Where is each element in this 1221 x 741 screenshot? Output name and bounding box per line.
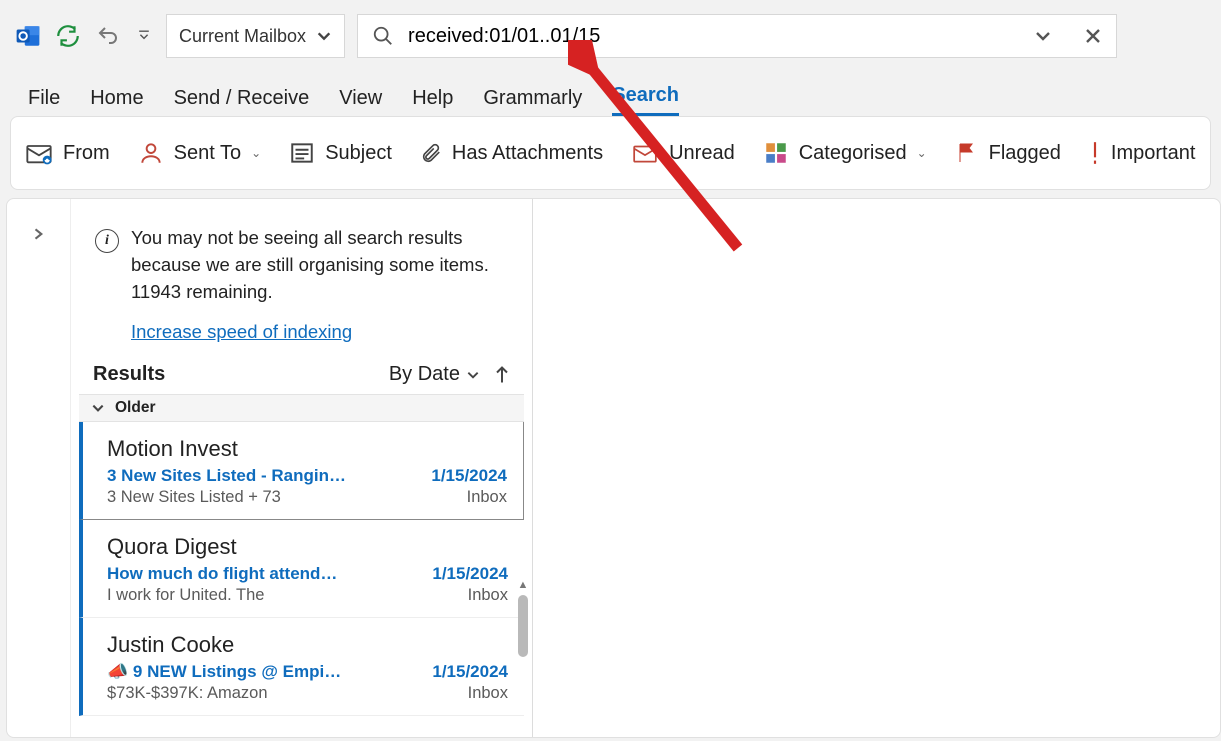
message-folder: Inbox [468, 586, 508, 605]
attachments-button[interactable]: Has Attachments [420, 140, 603, 166]
tab-send-receive[interactable]: Send / Receive [174, 87, 310, 116]
scrollbar[interactable]: ▲ [516, 579, 530, 738]
ribbon-tabs: File Home Send / Receive View Help Gramm… [0, 72, 1221, 116]
title-bar: Current Mailbox [0, 0, 1221, 72]
message-date: 1/15/2024 [432, 662, 508, 682]
indexing-info-banner: i You may not be seeing all search resul… [71, 199, 532, 315]
message-date: 1/15/2024 [432, 564, 508, 584]
unread-label: Unread [669, 142, 735, 165]
tab-help[interactable]: Help [412, 87, 453, 116]
sort-by-date[interactable]: By Date [389, 363, 480, 386]
tab-grammarly[interactable]: Grammarly [483, 87, 582, 116]
categorised-button[interactable]: Categorised ⌄ [763, 140, 927, 166]
message-subject: 3 New Sites Listed - Rangin… [107, 466, 346, 486]
from-button[interactable]: From [25, 139, 110, 167]
unread-button[interactable]: Unread [631, 140, 735, 166]
folder-pane-collapsed [7, 199, 71, 737]
chevron-down-icon: ⌄ [917, 146, 927, 160]
search-ribbon: From Sent To ⌄ Subject Has Attachments U… [10, 116, 1211, 190]
search-box[interactable] [357, 14, 1117, 58]
message-folder: Inbox [468, 684, 508, 703]
attachments-label: Has Attachments [452, 142, 603, 165]
message-items: Motion Invest 3 New Sites Listed - Rangi… [71, 422, 532, 716]
search-dropdown-icon[interactable] [1034, 27, 1052, 45]
message-folder: Inbox [467, 488, 507, 507]
search-scope-label: Current Mailbox [179, 26, 306, 47]
tab-file[interactable]: File [28, 87, 60, 116]
message-preview: I work for United. The [107, 586, 264, 605]
sent-to-button[interactable]: Sent To ⌄ [138, 140, 262, 166]
results-title: Results [93, 363, 165, 386]
sort-label: By Date [389, 363, 460, 386]
info-icon: i [95, 229, 119, 253]
categorised-label: Categorised [799, 142, 907, 165]
message-list-pane: i You may not be seeing all search resul… [71, 199, 533, 737]
scroll-thumb[interactable] [518, 595, 528, 657]
subject-button[interactable]: Subject [289, 140, 392, 166]
search-icon [372, 25, 394, 47]
message-item[interactable]: Motion Invest 3 New Sites Listed - Rangi… [79, 422, 524, 520]
indexing-info-text: You may not be seeing all search results… [131, 225, 508, 305]
message-from: Justin Cooke [107, 632, 508, 658]
content-area: i You may not be seeing all search resul… [6, 198, 1221, 738]
sent-to-label: Sent To [174, 142, 241, 165]
undo-icon[interactable] [94, 22, 122, 50]
results-header: Results By Date [71, 357, 532, 394]
message-preview: 3 New Sites Listed + 73 [107, 488, 281, 507]
increase-indexing-link[interactable]: Increase speed of indexing [71, 315, 532, 357]
chevron-down-icon: ⌄ [251, 146, 261, 160]
refresh-icon[interactable] [54, 22, 82, 50]
sort-direction-icon[interactable] [494, 365, 510, 385]
from-label: From [63, 142, 110, 165]
message-from: Quora Digest [107, 534, 508, 560]
search-input[interactable] [408, 25, 1020, 48]
group-label: Older [115, 399, 155, 417]
flagged-label: Flagged [989, 142, 1061, 165]
message-date: 1/15/2024 [431, 466, 507, 486]
outlook-logo-icon [14, 22, 42, 50]
message-item[interactable]: Justin Cooke 📣 9 NEW Listings @ Empir… 1… [79, 618, 524, 716]
tab-view[interactable]: View [339, 87, 382, 116]
flagged-button[interactable]: Flagged [955, 140, 1061, 166]
tab-home[interactable]: Home [90, 87, 143, 116]
scroll-up-icon[interactable]: ▲ [518, 579, 529, 591]
subject-label: Subject [325, 142, 392, 165]
announcement-icon: 📣 [107, 662, 128, 681]
message-preview: $73K-$397K: Amazon [107, 684, 268, 703]
clear-search-icon[interactable] [1084, 27, 1102, 45]
expand-folder-pane-icon[interactable] [32, 227, 46, 737]
message-subject: How much do flight attend… [107, 564, 337, 584]
message-from: Motion Invest [107, 436, 507, 462]
message-item[interactable]: Quora Digest How much do flight attend… … [79, 520, 524, 618]
important-button[interactable]: Important [1089, 140, 1195, 166]
search-scope-select[interactable]: Current Mailbox [166, 14, 345, 58]
qat-customize-icon[interactable] [134, 30, 154, 42]
group-header-older[interactable]: Older [79, 394, 524, 422]
chevron-down-icon [316, 28, 332, 44]
tab-search[interactable]: Search [612, 84, 679, 116]
important-label: Important [1111, 142, 1195, 165]
message-subject: 📣 9 NEW Listings @ Empir… [107, 662, 347, 682]
